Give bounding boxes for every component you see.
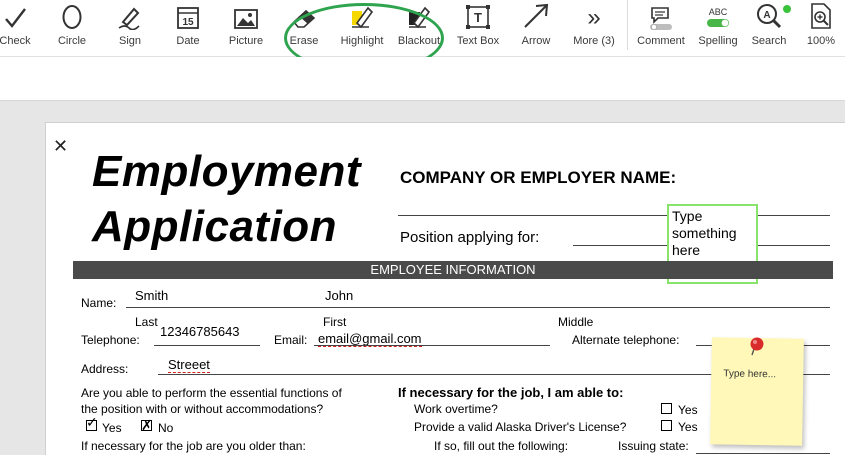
blackout-icon (399, 0, 439, 32)
blackout-tool-label: Blackout (397, 35, 441, 47)
zoom-tool-button[interactable]: 100% (801, 0, 841, 57)
essential-yes-label: Yes (102, 421, 122, 435)
date-tool-button[interactable]: 15 Date (168, 0, 208, 57)
circle-tool-button[interactable]: Circle (52, 0, 92, 57)
spelling-tool-label: Spelling (698, 35, 738, 47)
overtime-yes-label: Yes (678, 403, 698, 417)
essential-no-label: No (158, 421, 174, 435)
search-icon: A (749, 0, 789, 32)
address-value[interactable]: Streeet (168, 357, 210, 373)
spelling-icon: ABC (698, 0, 738, 32)
check-tool-button[interactable]: Check (0, 0, 36, 57)
check-icon (0, 0, 35, 32)
email-label: Email: (274, 333, 308, 347)
document-workspace: ✕ Employment Application COMPANY OR EMPL… (0, 101, 845, 455)
last-name-value[interactable]: Smith (135, 288, 168, 303)
position-label: Position applying for: (400, 229, 540, 246)
more-tools-label: More (3) (573, 35, 615, 47)
telephone-value[interactable]: 12346785643 (160, 324, 240, 339)
highlight-icon (342, 0, 382, 32)
textbox-tool-button[interactable]: T Text Box (453, 0, 503, 57)
email-line (314, 345, 550, 346)
first-name-value[interactable]: John (325, 288, 353, 303)
date-tool-label: Date (176, 35, 200, 47)
textbox-icon: T (458, 0, 498, 32)
comment-tool-label: Comment (637, 35, 685, 47)
company-name-line[interactable] (398, 215, 830, 216)
circle-tool-label: Circle (57, 35, 87, 47)
sign-tool-label: Sign (118, 35, 142, 47)
title-employment: Employment (92, 147, 362, 196)
search-status-dot (783, 5, 791, 13)
arrow-tool-button[interactable]: Arrow (516, 0, 556, 57)
eraser-icon (284, 0, 324, 32)
highlight-tool-label: Highlight (340, 35, 384, 47)
x-mark-icon: ✗ (141, 417, 153, 433)
section-header-employee-info: EMPLOYEE INFORMATION (73, 261, 833, 279)
zoom-level-label: 100% (806, 35, 836, 47)
license-yes-checkbox[interactable] (661, 420, 672, 431)
essential-functions-question-2: the position with or without accommodati… (81, 402, 324, 416)
picture-tool-label: Picture (228, 35, 264, 47)
toolbar-separator (627, 0, 628, 50)
comment-tool-button[interactable]: Comment (634, 0, 688, 57)
zoom-icon (801, 0, 841, 32)
fill-following-label: If so, fill out the following: (434, 439, 569, 453)
first-label: First (323, 315, 347, 329)
comment-icon (641, 0, 681, 32)
work-overtime-label: Work overtime? (414, 402, 498, 416)
alaska-license-label: Provide a valid Alaska Driver's License? (414, 420, 627, 434)
picture-icon (226, 0, 266, 32)
spelling-tool-button[interactable]: ABC Spelling (694, 0, 742, 57)
svg-text:A: A (763, 10, 770, 21)
middle-label: Middle (558, 315, 594, 329)
toolbar: Check Circle Sign 15 Date Picture Erase … (0, 0, 845, 73)
more-icon: » (574, 0, 614, 32)
title-application: Application (92, 202, 338, 251)
spelling-icon-text: ABC (709, 7, 728, 17)
search-tool-label: Search (751, 35, 787, 47)
name-label: Name: (81, 296, 117, 310)
sign-tool-button[interactable]: Sign (110, 0, 150, 57)
highlight-tool-button[interactable]: Highlight (336, 0, 388, 57)
if-necessary-label: If necessary for the job, I am able to: (398, 385, 624, 400)
essential-functions-question-1: Are you able to perform the essential fu… (81, 386, 342, 400)
overtime-yes-checkbox[interactable] (661, 403, 672, 414)
erase-tool-button[interactable]: Erase (284, 0, 324, 57)
erase-tool-label: Erase (289, 35, 319, 47)
calendar-icon-number: 15 (182, 17, 194, 28)
circle-icon (52, 0, 92, 32)
alternate-telephone-label: Alternate telephone: (572, 333, 680, 347)
more-tools-button[interactable]: » More (3) (570, 0, 618, 57)
more-icon-glyph: » (587, 4, 601, 31)
name-line (126, 307, 830, 308)
calendar-icon: 15 (168, 0, 208, 32)
address-label: Address: (81, 362, 129, 376)
older-than-question: If necessary for the job are you older t… (81, 439, 306, 453)
pushpin-icon (750, 337, 764, 356)
arrow-icon (516, 0, 556, 32)
picture-tool-button[interactable]: Picture (224, 0, 268, 57)
telephone-label: Telephone: (81, 333, 140, 347)
textbox-icon-letter: T (474, 10, 482, 25)
document-page: ✕ Employment Application COMPANY OR EMPL… (45, 122, 845, 455)
arrow-tool-label: Arrow (521, 35, 551, 47)
app-window: Check Circle Sign 15 Date Picture Erase … (0, 0, 845, 455)
check-mark-icon: ✓ (86, 414, 98, 430)
sticky-note-text: Type here... (723, 368, 777, 381)
license-yes-label: Yes (678, 420, 698, 434)
company-label: COMPANY OR EMPLOYER NAME: (400, 168, 677, 187)
textbox-tool-label: Text Box (456, 35, 500, 47)
issuing-state-line (696, 453, 830, 454)
close-icon[interactable]: ✕ (53, 137, 68, 155)
check-tool-label: Check (0, 35, 31, 47)
secondary-toolbar (0, 57, 845, 101)
blackout-tool-button[interactable]: Blackout (394, 0, 444, 57)
issuing-state-label: Issuing state: (618, 439, 689, 453)
sign-pen-icon (110, 0, 150, 32)
last-label: Last (135, 315, 158, 329)
telephone-line (154, 345, 260, 346)
